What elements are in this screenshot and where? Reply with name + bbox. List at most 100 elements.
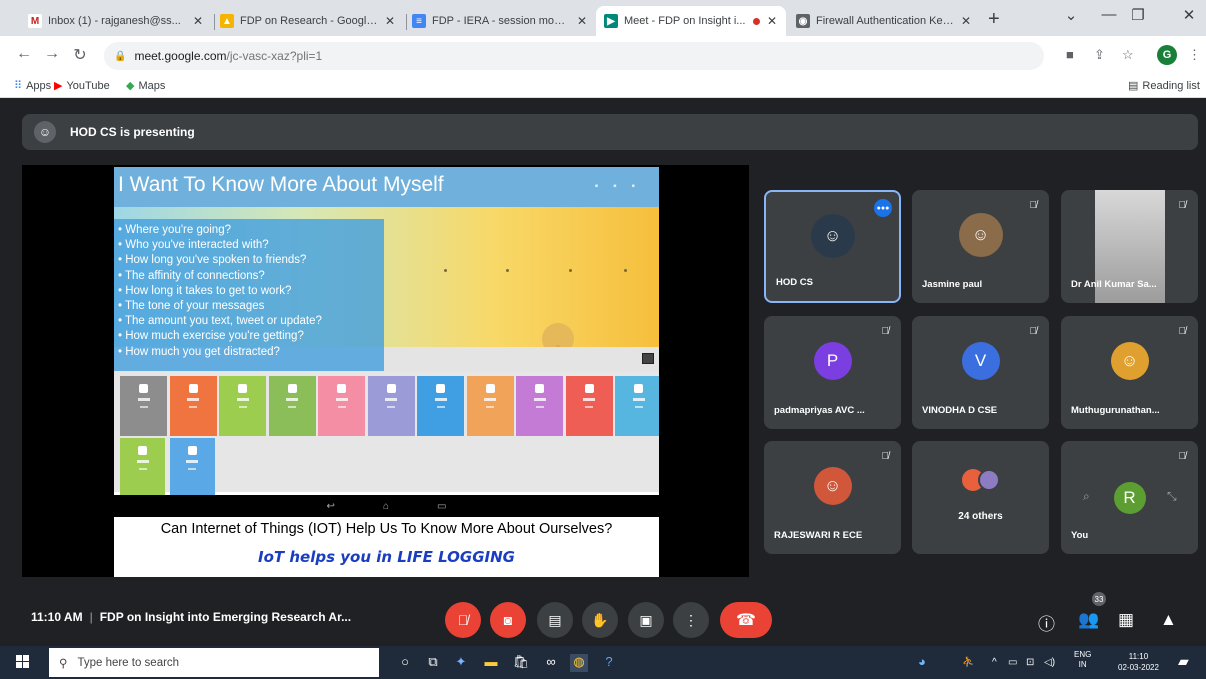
participant-tile[interactable]: ●●● ☺ HOD CS [764,190,901,303]
tab-meet[interactable]: ▶ Meet - FDP on Insight i... ✕ [596,6,786,36]
slide-caption-emphasis: IoT helps you in LIFE LOGGING [258,548,515,566]
mic-off-icon: 🎙̸ [881,326,890,337]
slide-app-tile [169,376,217,436]
recents-nav-icon: ▭ [436,500,447,512]
taskbar-search-box[interactable]: ⚲ Type here to search [49,648,379,677]
tab-google-doc[interactable]: ▲ FDP on Research - Google D... ✕ [212,6,404,36]
tab-search-chevron-icon[interactable]: ⌄ [1058,6,1084,24]
participant-tile[interactable]: 🎙̸ ☺ Jasmine paul [912,190,1049,303]
people-button[interactable]: 👥 [1078,610,1099,630]
present-now-button[interactable]: ▣ [628,602,664,638]
tab-gmail[interactable]: M Inbox (1) - rajganesh@ss... ✕ [20,6,212,36]
participant-initial-avatar: R [1113,481,1146,514]
participant-tile[interactable]: 🎙̸ P padmapriyas AVC ... [764,316,901,429]
back-nav-icon: ↩ [326,500,335,512]
taskbar-clock[interactable]: 11:10 02-03-2022 [1118,651,1159,673]
slide-bullet: The amount you text, tweet or update? [118,314,380,329]
participant-tile-others[interactable]: 24 others [912,441,1049,554]
participant-tile[interactable]: 🎙̸ Dr Anil Kumar Sa... [1061,190,1198,303]
bookmark-label: Apps [26,79,52,92]
globe-icon: ◉ [796,14,810,28]
camera-toggle-button[interactable]: ◙ [490,602,526,638]
bookmark-label: YouTube [66,79,110,92]
participant-name: padmapriyas AVC ... [774,405,865,416]
forms-icon: ≡ [412,14,426,28]
meeting-info-separator: | [89,610,93,624]
dropbox-icon[interactable]: ✦ [452,654,470,672]
close-tab-icon[interactable]: ✕ [192,14,204,28]
reload-button[interactable]: ↻ [70,45,90,65]
slide-window-controls: ▪ ▪ ▪ [594,181,641,192]
slide-bullet: How much exercise you're getting? [118,329,380,344]
forward-button[interactable]: → [42,45,62,63]
tab-title: FDP - IERA - session monito... [432,15,570,27]
participant-name: Jasmine paul [922,279,983,290]
tab-forms[interactable]: ≡ FDP - IERA - session monito... ✕ [404,6,596,36]
slide-app-tile [516,376,563,436]
close-tab-icon[interactable]: ✕ [384,14,396,28]
tab-firewall[interactable]: ◉ Firewall Authentication Kee... ✕ [788,6,980,36]
minimize-tile-icon[interactable]: ⤡ [1167,489,1177,504]
pin-icon[interactable]: ⌕ [1083,489,1090,504]
participant-tile[interactable]: 🎙̸ V VINODHA D CSE [912,316,1049,429]
leave-call-button[interactable]: ☎ [720,602,772,638]
captions-button[interactable]: ▤ [537,602,573,638]
profile-avatar[interactable]: G [1157,45,1177,65]
tray-app-icon[interactable]: ◕ [918,654,926,669]
back-button[interactable]: ← [14,45,34,63]
language-indicator[interactable]: ENG IN [1074,650,1091,670]
chat-button[interactable]: ▦ [1118,610,1134,630]
menu-kebab-icon[interactable]: ⋮ [1188,47,1201,63]
participant-tile-self[interactable]: 🎙̸ ⌕ R ⤡ You [1061,441,1198,554]
share-icon[interactable]: ⇪ [1094,47,1105,63]
meeting-title[interactable]: FDP on Insight into Emerging Research Ar… [100,610,351,624]
new-tab-button[interactable]: + [988,8,1000,31]
present-screen-icon: ▣ [639,611,653,628]
show-hidden-icons[interactable]: ^ [992,657,997,668]
activities-button[interactable]: ▲ [1160,610,1177,630]
presenting-text: HOD CS is presenting [70,125,195,139]
volume-icon[interactable]: ◁) [1044,657,1055,668]
store-icon[interactable]: 🛍 [512,654,530,672]
cortana-icon[interactable]: ○ [396,654,414,672]
file-explorer-icon[interactable]: ▬ [482,654,500,672]
close-tab-icon[interactable]: ✕ [766,14,778,28]
task-view-icon[interactable]: ⧉ [424,654,442,672]
participant-tile[interactable]: 🎙̸ ☺ Muthugurunathan... [1061,316,1198,429]
maximize-button[interactable]: ❐ [1125,6,1151,24]
clock-time: 11:10 [1128,652,1149,661]
bookmark-youtube[interactable]: ▶ YouTube [54,79,110,93]
battery-icon[interactable]: ▭ [1008,657,1017,668]
tab-title: Firewall Authentication Kee... [816,15,954,27]
windows-start-button[interactable] [16,655,30,669]
participant-tile[interactable]: 🎙̸ ☺ RAJESWARI R ECE [764,441,901,554]
slide-bullet: How much you get distracted? [118,345,380,360]
meeting-details-button[interactable]: ⓘ [1038,610,1055,635]
meet-icon: ▶ [604,14,618,28]
notification-center-icon[interactable]: ▰ [1178,653,1189,670]
close-tab-icon[interactable]: ✕ [576,14,588,28]
help-icon[interactable]: ? [600,654,618,672]
microphone-toggle-button[interactable]: 🎙̸ [445,602,481,638]
tab-title: Meet - FDP on Insight i... [624,15,746,27]
chrome-icon[interactable]: ◍ [570,654,588,672]
scene-bird [506,269,509,272]
bookmark-maps[interactable]: ◆ Maps [126,79,165,93]
more-options-button[interactable]: ⋮ [673,602,709,638]
camera-in-use-icon[interactable]: ■ [1066,47,1074,62]
network-icon[interactable]: ⊡ [1026,657,1034,668]
reading-list-button[interactable]: ▤ Reading list [1128,79,1200,93]
close-tab-icon[interactable]: ✕ [960,14,972,28]
loop-icon[interactable]: ∞ [542,654,560,672]
tab-title: Inbox (1) - rajganesh@ss... [48,15,181,27]
minimize-button[interactable]: — [1096,6,1122,23]
raise-hand-button[interactable]: ✋ [582,602,618,638]
bookmark-apps[interactable]: ⠿ Apps [14,79,52,93]
taskbar-search-placeholder: Type here to search [77,656,180,669]
bookmark-star-icon[interactable]: ☆ [1122,47,1134,63]
address-bar[interactable]: 🔒 meet.google.com /jc-vasc-xaz?pli=1 [104,42,1044,70]
reading-list-icon: ▤ [1128,80,1139,92]
presenter-avatar: ☺ [34,121,56,143]
close-window-button[interactable]: ✕ [1176,6,1202,24]
people-tray-icon[interactable]: ⛹ [962,657,974,668]
